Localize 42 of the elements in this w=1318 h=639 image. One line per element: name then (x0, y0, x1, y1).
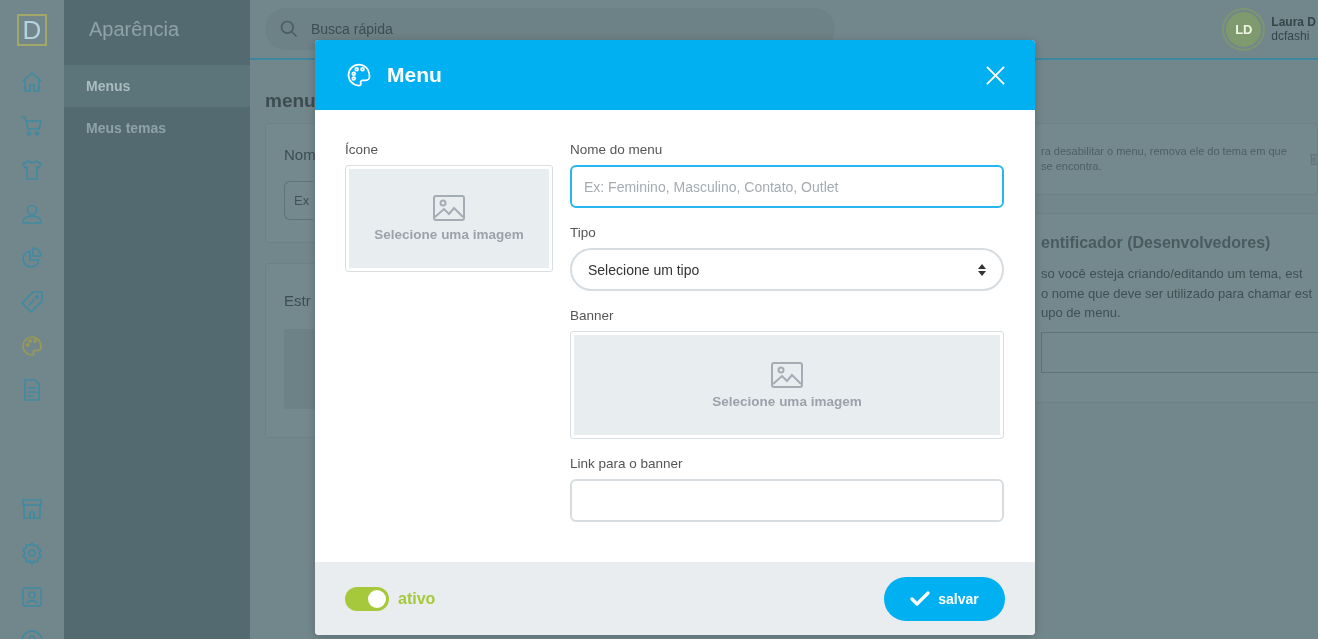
type-select[interactable]: Selecione um tipo (570, 248, 1004, 291)
input-field[interactable]: Ex: Feminino, Masculino, Contato, Outlet (570, 165, 1004, 208)
search-icon (279, 19, 299, 39)
tag-icon[interactable] (20, 290, 44, 314)
description-text: so você esteja criando/editando um tema, est (1041, 265, 1304, 283)
description-text: o nome que deve ser utilizado para chamar est (1041, 284, 1313, 303)
toggle-label: ativo (398, 589, 436, 608)
field-label: Link para o banner (570, 455, 684, 473)
field-label: Banner (570, 307, 615, 325)
palette-icon (345, 61, 373, 89)
store-icon[interactable] (20, 497, 44, 521)
user-icon[interactable] (20, 202, 44, 226)
close-icon[interactable] (986, 65, 1005, 85)
image-picker[interactable]: Selecione uma imagem (345, 165, 553, 272)
description-text: upo de menu. (1041, 304, 1122, 322)
modal-title: Menu (387, 63, 442, 87)
shirt-icon[interactable] (20, 158, 44, 182)
sidebar-item[interactable]: Menus (64, 65, 250, 107)
check-icon (910, 590, 931, 607)
card-title: Nom (284, 146, 316, 163)
image-icon (771, 361, 803, 388)
page-heading: menu (265, 90, 316, 112)
palette-icon[interactable] (20, 334, 44, 358)
logo[interactable]: D (17, 14, 47, 46)
contact-icon[interactable] (20, 585, 44, 609)
sidebar-item[interactable]: Meus temas (64, 107, 250, 149)
user-handle: dcfashi (1271, 29, 1311, 43)
cart-icon[interactable] (20, 114, 44, 138)
chart-icon[interactable] (20, 246, 44, 270)
toggle-switch[interactable] (345, 586, 389, 611)
image-picker[interactable]: Selecione uma imagem (570, 331, 1004, 439)
user-name: Laura D (1271, 15, 1316, 29)
card-title: Estr (284, 292, 311, 309)
save-button[interactable]: salvar (884, 576, 1005, 621)
sidebar-title: Aparência (88, 17, 181, 42)
home-icon[interactable] (20, 70, 44, 94)
caret-icon (978, 263, 986, 276)
settings-icon[interactable] (20, 541, 44, 565)
field-label: Ícone (345, 141, 380, 159)
field-label: Tipo (570, 224, 597, 242)
image-icon (433, 195, 465, 221)
field-label: Nome do menu (570, 141, 664, 159)
